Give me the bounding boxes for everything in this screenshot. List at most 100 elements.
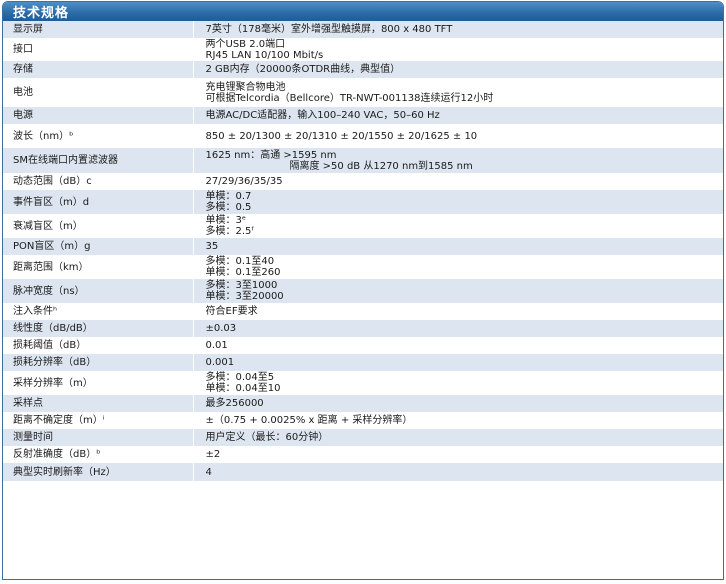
spec-value: 单模：0.7 多模：0.5	[193, 190, 723, 214]
spec-value-line: ±2	[205, 449, 221, 460]
spec-label: 采样点	[3, 395, 194, 412]
spec-value-line: 用户定义（最长：60分钟）	[205, 432, 329, 443]
spec-label: 波长（nm）ᵇ	[3, 124, 194, 148]
spec-value: 用户定义（最长：60分钟）	[193, 429, 723, 446]
spec-value-line: 1625 nm：高通 >1595 nm	[205, 149, 337, 161]
spec-value-line: 可根据Telcordia（Bellcore）TR-NWT-001138连续运行1…	[205, 92, 494, 104]
table-row: 事件盲区（m）d 单模：0.7 多模：0.5	[3, 190, 723, 214]
table-row: 距离不确定度（m）ⁱ ±（0.75 + 0.0025% x 距离 + 采样分辨率）	[3, 412, 723, 429]
table-row: 线性度（dB/dB） ±0.03	[3, 320, 723, 337]
spec-value-line: 4	[205, 466, 212, 478]
spec-value: 最多256000	[193, 395, 723, 412]
table-row: 损耗阈值（dB） 0.01	[3, 337, 723, 354]
table-row: 波长（nm）ᵇ 850 ± 20/1300 ± 20/1310 ± 20/1550…	[3, 124, 723, 148]
spec-value: 27/29/36/35/35	[193, 173, 723, 190]
table-row: 损耗分辨率（dB） 0.001	[3, 354, 723, 371]
spec-label: 线性度（dB/dB）	[3, 320, 194, 337]
spec-label: 距离不确定度（m）ⁱ	[3, 412, 194, 429]
spec-value: 850 ± 20/1300 ± 20/1310 ± 20/1550 ± 20/1…	[193, 124, 723, 148]
spec-label: 电池	[3, 78, 194, 107]
table-row: 典型实时刷新率（Hz） 4	[3, 463, 723, 481]
spec-value-line: RJ45 LAN 10/100 Mbit/s	[205, 49, 324, 61]
spec-label: 动态范围（dB）c	[3, 173, 194, 190]
table-row: 反射准确度（dB）ᵇ ±2	[3, 446, 723, 463]
spec-label: PON盲区（m）g	[3, 238, 194, 255]
spec-label: 损耗分辨率（dB）	[3, 354, 194, 371]
spec-value: ±0.03	[193, 320, 723, 337]
table-row: 动态范围（dB）c 27/29/36/35/35	[3, 173, 723, 190]
spec-value: 1625 nm：高通 >1595 nm 隔离度 >50 dB 从1270 nm到1…	[193, 148, 723, 173]
table-row: 存储 2 GB内存（20000条OTDR曲线，典型值）	[3, 61, 723, 78]
spec-value: ±2	[193, 446, 723, 463]
spec-value: ±（0.75 + 0.0025% x 距离 + 采样分辨率）	[193, 412, 723, 429]
table-row: 电源 电源AC/DC适配器，输入100–240 VAC，50–60 Hz	[3, 107, 723, 124]
spec-table-body: 显示屏 7英寸（178毫米）室外增强型触摸屏，800 x 480 TFT 接口 两个U…	[3, 21, 723, 481]
table-row: 测量时间 用户定义（最长：60分钟）	[3, 429, 723, 446]
spec-label: 距离范围（km）	[3, 255, 194, 279]
spec-value-line: 35	[205, 241, 219, 252]
spec-value-line: ±0.03	[205, 323, 237, 334]
spec-value-line: 多模：2.5ᶠ	[205, 226, 255, 237]
spec-label: 存储	[3, 61, 194, 78]
spec-value: 符合EF要求	[193, 303, 723, 320]
spec-value: 两个USB 2.0端口 RJ45 LAN 10/100 Mbit/s	[193, 38, 723, 61]
spec-value-line: 单模：0.1至260	[205, 267, 281, 278]
spec-value-line: 最多256000	[205, 398, 264, 409]
table-row: 衰减盲区（m） 单模：3ᵉ 多模：2.5ᶠ	[3, 214, 723, 238]
spec-value-line: 单模：0.04至10	[205, 383, 281, 394]
table-row: 采样点 最多256000	[3, 395, 723, 412]
spec-value-line: 0.01	[205, 340, 228, 351]
spec-label: 反射准确度（dB）ᵇ	[3, 446, 194, 463]
spec-label: 接口	[3, 38, 194, 61]
table-row: 注入条件ʰ 符合EF要求	[3, 303, 723, 320]
spec-value: 多模：0.1至40 单模：0.1至260	[193, 255, 723, 279]
spec-label: 事件盲区（m）d	[3, 190, 194, 214]
spec-value: 多模：0.04至5 单模：0.04至10	[193, 371, 723, 395]
table-row: 距离范围（km） 多模：0.1至40 单模：0.1至260	[3, 255, 723, 279]
spec-label: 损耗阈值（dB）	[3, 337, 194, 354]
spec-label: 显示屏	[3, 21, 194, 38]
spec-value: 0.001	[193, 354, 723, 371]
table-row: PON盲区（m）g 35	[3, 238, 723, 255]
spec-value: 充电锂聚合物电池 可根据Telcordia（Bellcore）TR-NWT-001…	[193, 78, 723, 107]
spec-value: 0.01	[193, 337, 723, 354]
spec-value-line: 多模：0.1至40	[205, 256, 275, 267]
spec-value-line: 多模：0.5	[205, 202, 252, 213]
spec-value: 7英寸（178毫米）室外增强型触摸屏，800 x 480 TFT	[193, 21, 723, 38]
spec-value: 多模：3至1000 单模：3至20000	[193, 279, 723, 303]
spec-value-line: 2 GB内存（20000条OTDR曲线，典型值）	[205, 64, 401, 75]
table-row: 电池 充电锂聚合物电池 可根据Telcordia（Bellcore）TR-NWT-0…	[3, 78, 723, 107]
table-row: 显示屏 7英寸（178毫米）室外增强型触摸屏，800 x 480 TFT	[3, 21, 723, 38]
spec-value-line: 符合EF要求	[205, 306, 258, 317]
spec-table: 显示屏 7英寸（178毫米）室外增强型触摸屏，800 x 480 TFT 接口 两个U…	[3, 21, 723, 481]
spec-value-line: 单模：3至20000	[205, 291, 284, 302]
spec-value-line: 7英寸（178毫米）室外增强型触摸屏，800 x 480 TFT	[205, 24, 453, 35]
spec-value-line: 多模：0.04至5	[205, 372, 275, 383]
spec-value-line: 单模：0.7	[205, 191, 252, 202]
table-row: 脉冲宽度（ns） 多模：3至1000 单模：3至20000	[3, 279, 723, 303]
spec-value-line: 单模：3ᵉ	[205, 215, 247, 226]
spec-value-line: 充电锂聚合物电池	[205, 81, 286, 93]
spec-value-line: ±（0.75 + 0.0025% x 距离 + 采样分辨率）	[205, 415, 413, 426]
spec-value: 电源AC/DC适配器，输入100–240 VAC，50–60 Hz	[193, 107, 723, 124]
page-title: 技术规格	[13, 6, 70, 21]
spec-value-line: 0.001	[205, 357, 235, 368]
spec-sheet: 技术规格 显示屏 7英寸（178毫米）室外增强型触摸屏，800 x 480 TFT…	[2, 1, 724, 580]
table-row: 接口 两个USB 2.0端口 RJ45 LAN 10/100 Mbit/s	[3, 38, 723, 61]
spec-value: 35	[193, 238, 723, 255]
spec-value-line: 电源AC/DC适配器，输入100–240 VAC，50–60 Hz	[205, 110, 440, 121]
spec-label: 测量时间	[3, 429, 194, 446]
spec-label: 脉冲宽度（ns）	[3, 279, 194, 303]
spec-value: 4	[193, 463, 723, 481]
spec-label: 注入条件ʰ	[3, 303, 194, 320]
spec-label: 衰减盲区（m）	[3, 214, 194, 238]
spec-value-line: 两个USB 2.0端口	[205, 38, 286, 50]
spec-value: 2 GB内存（20000条OTDR曲线，典型值）	[193, 61, 723, 78]
spec-label: 采样分辨率（m）	[3, 371, 194, 395]
table-row: 采样分辨率（m） 多模：0.04至5 单模：0.04至10	[3, 371, 723, 395]
spec-value-line: 850 ± 20/1300 ± 20/1310 ± 20/1550 ± 20/1…	[205, 130, 478, 142]
table-row: SM在线端口内置滤波器 1625 nm：高通 >1595 nm 隔离度 >50 dB…	[3, 148, 723, 173]
spec-value-line: 隔离度 >50 dB 从1270 nm到1585 nm	[289, 160, 473, 172]
spec-label: 典型实时刷新率（Hz）	[3, 463, 194, 481]
title-bar: 技术规格	[3, 2, 723, 21]
